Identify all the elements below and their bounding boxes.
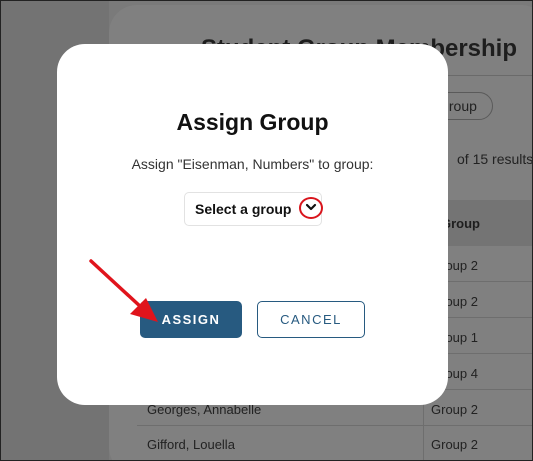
modal-prompt: Assign "Eisenman, Numbers" to group:	[131, 156, 374, 172]
chevron-down-icon	[305, 203, 317, 211]
column-separator	[423, 426, 424, 460]
dropdown-highlight[interactable]	[299, 197, 323, 219]
screen-frame: Student Group Membership Group of 15 res…	[0, 0, 533, 461]
assign-group-modal: Assign Group Assign "Eisenman, Numbers" …	[57, 44, 448, 405]
background-result-count: of 15 results	[457, 151, 533, 167]
group-select-label: Select a group	[195, 201, 292, 217]
row-group: Group 2	[431, 437, 478, 452]
row-name: Gifford, Louella	[147, 437, 235, 452]
table-row: Gifford, Louella Group 2	[137, 426, 532, 460]
red-arrow-icon	[89, 259, 158, 322]
cancel-button[interactable]: CANCEL	[257, 301, 365, 338]
row-group: Group 2	[431, 402, 478, 417]
modal-title: Assign Group	[176, 109, 329, 135]
group-select[interactable]: Select a group	[184, 192, 323, 226]
